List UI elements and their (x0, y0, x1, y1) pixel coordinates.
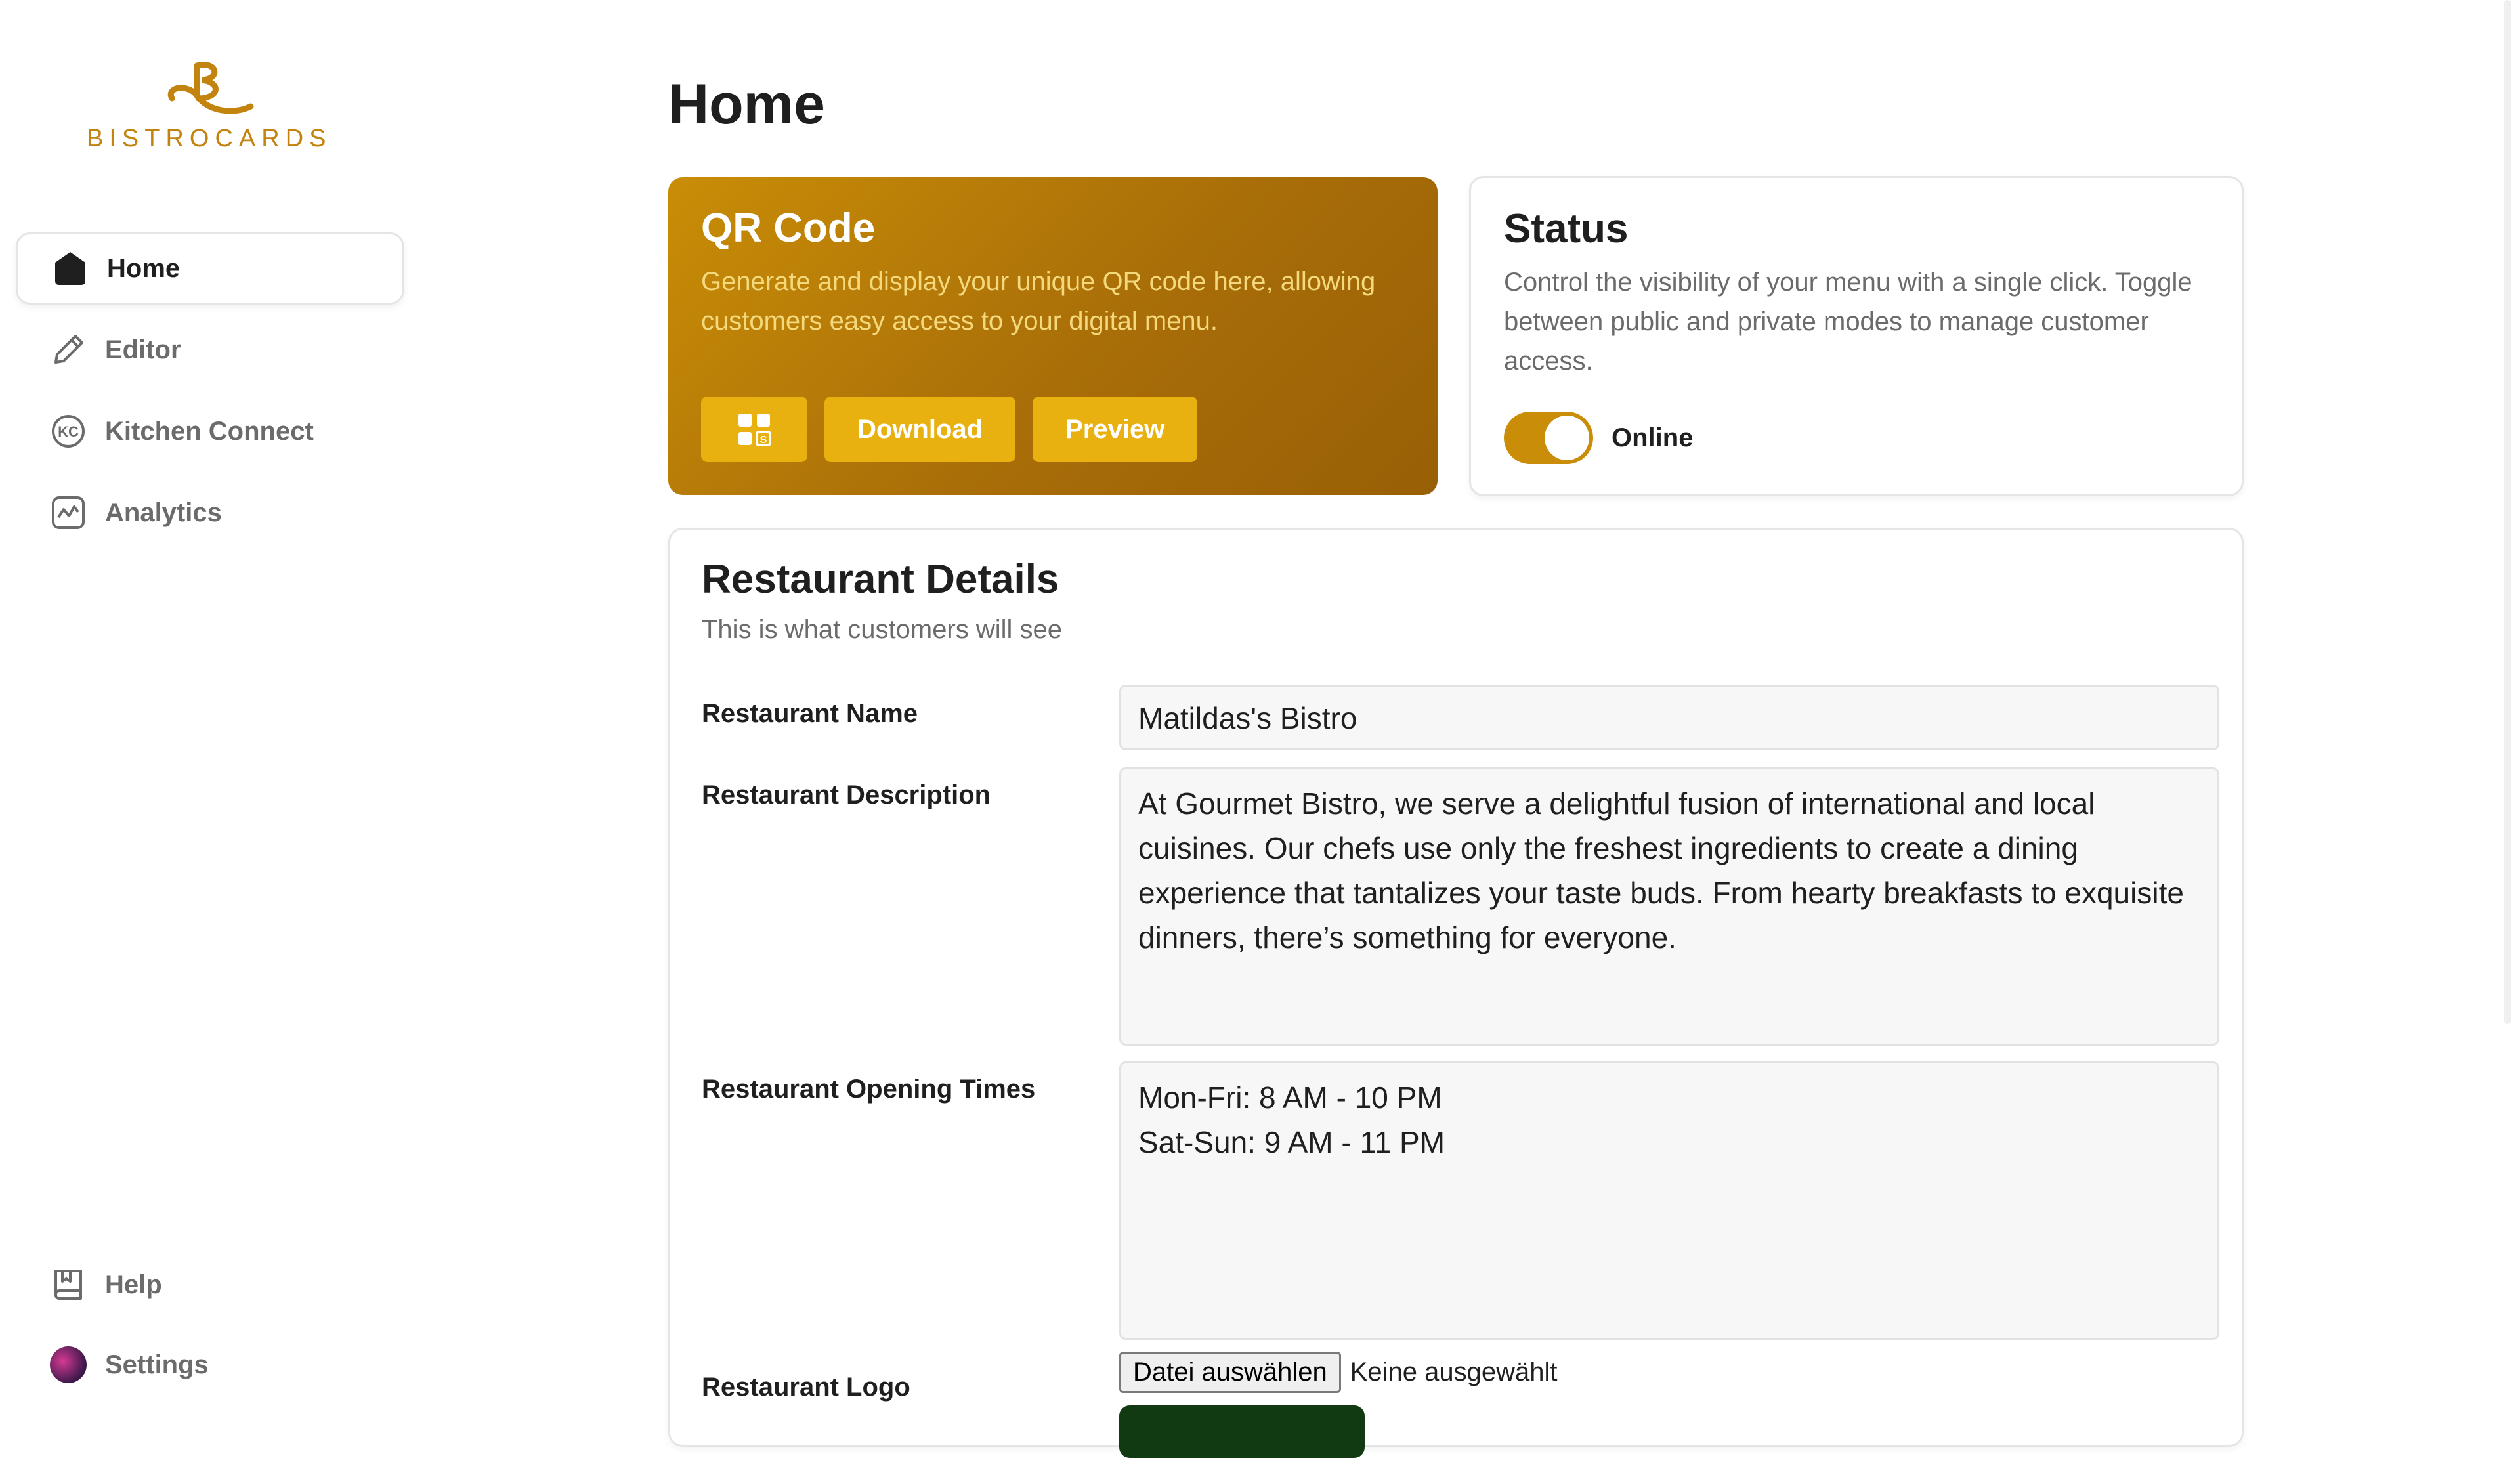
sidebar-item-settings[interactable]: Settings (16, 1329, 404, 1401)
kitchen-connect-icon: KC (50, 413, 87, 450)
sidebar-item-label: Analytics (105, 498, 222, 527)
restaurant-opening-times-textarea[interactable]: Mon-Fri: 8 AM - 10 PM Sat-Sun: 9 AM - 11… (1119, 1061, 2219, 1340)
restaurant-opening-times-label: Restaurant Opening Times (702, 1075, 1036, 1104)
bistrocards-logo-mark-icon (167, 62, 254, 114)
avatar (50, 1346, 87, 1383)
file-status-text: Keine ausgewählt (1350, 1358, 1558, 1386)
bistrocards-logo[interactable]: BISTROCARDS (87, 58, 330, 169)
restaurant-name-label: Restaurant Name (702, 699, 918, 728)
details-subtitle: This is what customers will see (702, 615, 1063, 644)
status-card-description: Control the visibility of your menu with… (1504, 268, 2192, 375)
sidebar-item-label: Help (105, 1270, 162, 1299)
restaurant-name-input[interactable]: Matildas's Bistro (1119, 685, 2219, 750)
page-title: Home (668, 73, 825, 136)
details-title: Restaurant Details (702, 557, 1059, 602)
sidebar-item-analytics[interactable]: Analytics (16, 477, 404, 549)
sidebar-item-kitchen-connect[interactable]: KC Kitchen Connect (16, 395, 404, 467)
svg-text:S: S (760, 435, 767, 446)
sidebar-item-help[interactable]: Help (16, 1249, 404, 1321)
qr-code-button[interactable]: S (701, 397, 807, 462)
page-scrollbar[interactable] (2504, 0, 2511, 1024)
brand-name: BISTROCARDS (87, 125, 332, 152)
svg-text:KC: KC (58, 423, 79, 440)
qr-card-title: QR Code (701, 205, 876, 251)
restaurant-details-card: Restaurant Details This is what customer… (668, 528, 2244, 1458)
sidebar-item-label: Home (107, 253, 181, 283)
sidebar-item-home[interactable]: Home (16, 232, 404, 305)
toggle-knob (1545, 416, 1589, 460)
status-card: Status Control the visibility of your me… (1469, 176, 2244, 496)
home-icon (52, 250, 89, 287)
qr-code-card: QR Code Generate and display your unique… (668, 177, 1438, 495)
sidebar-item-label: Editor (105, 335, 181, 364)
preview-button[interactable]: Preview (1033, 397, 1198, 462)
qr-code-icon: S (738, 414, 771, 446)
sidebar-item-label: Settings (105, 1350, 209, 1379)
book-icon (50, 1266, 87, 1303)
choose-file-button[interactable]: Datei auswählen (1119, 1352, 1341, 1393)
sidebar-item-editor[interactable]: Editor (16, 314, 404, 386)
toggle-label: Online (1612, 423, 1694, 452)
sidebar-item-label: Kitchen Connect (105, 416, 314, 446)
download-button[interactable]: Download (824, 397, 1016, 462)
restaurant-description-textarea[interactable]: At Gourmet Bistro, we serve a delightful… (1119, 767, 2219, 1046)
logo-upload-button[interactable] (1119, 1405, 1365, 1458)
restaurant-logo-label: Restaurant Logo (702, 1373, 910, 1402)
analytics-icon (50, 494, 87, 531)
pencil-icon (50, 332, 87, 368)
status-card-title: Status (1504, 206, 1629, 251)
qr-card-description: Generate and display your unique QR code… (701, 267, 1376, 335)
online-toggle[interactable] (1504, 412, 1593, 464)
restaurant-description-label: Restaurant Description (702, 781, 991, 809)
